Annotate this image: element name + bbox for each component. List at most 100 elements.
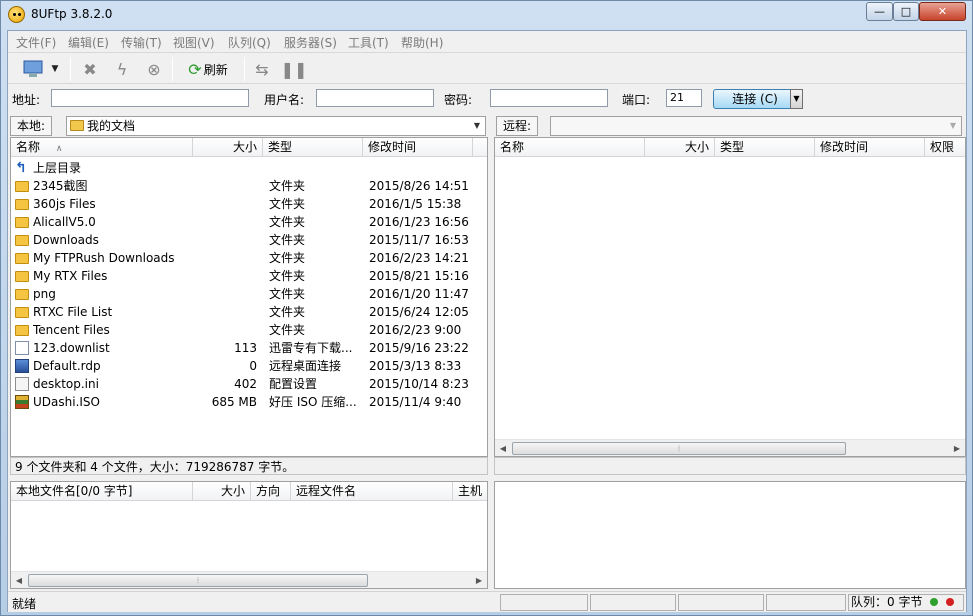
table-row[interactable]: 2345截图 文件夹 2015/8/26 14:51	[11, 177, 481, 195]
up-arrow-icon: ↰	[15, 160, 27, 176]
local-col-name[interactable]: 名称 ∧	[11, 138, 193, 157]
cell-type: 文件夹	[269, 269, 306, 283]
menu-help[interactable]: 帮助(H)	[401, 34, 443, 51]
cell-modified: 2015/9/16 23:22	[369, 341, 469, 355]
scroll-left-icon[interactable]: ◀	[496, 442, 510, 455]
queue-list-header: 本地文件名[0/0 字节] 大小 方向 远程文件名 主机	[11, 482, 487, 501]
folder-icon	[15, 325, 29, 336]
table-row[interactable]: Default.rdp 0 远程桌面连接 2015/3/13 8:33	[11, 357, 481, 375]
cell-name: Tencent Files	[33, 323, 110, 337]
cell-name: Default.rdp	[33, 359, 101, 373]
local-list-header: 名称 ∧ 大小 类型 修改时间	[11, 138, 487, 157]
local-col-modified[interactable]: 修改时间	[363, 138, 473, 157]
scroll-left-icon[interactable]: ◀	[12, 574, 26, 587]
site-manager-icon[interactable]	[20, 57, 46, 81]
status-text: 就绪	[12, 597, 37, 611]
disconnect-icon[interactable]: ✖	[78, 57, 102, 81]
remote-col-permissions[interactable]: 权限	[925, 138, 965, 157]
cell-type: 好压 ISO 压缩...	[269, 395, 357, 409]
cell-modified: 2016/2/23 9:00	[369, 323, 462, 337]
local-col-size[interactable]: 大小	[193, 138, 263, 157]
password-input[interactable]	[490, 89, 608, 107]
close-button[interactable]: ✕	[919, 2, 966, 21]
menu-server[interactable]: 服务器(S)	[284, 34, 337, 51]
cell-type: 文件夹	[269, 305, 306, 319]
queue-col-local-file[interactable]: 本地文件名[0/0 字节]	[11, 482, 193, 501]
cell-modified: 2016/1/5 15:38	[369, 197, 462, 211]
maximize-button[interactable]: □	[893, 2, 919, 21]
table-row[interactable]: RTXC File List 文件夹 2015/6/24 12:05	[11, 303, 481, 321]
site-manager-dropdown-icon[interactable]: ▼	[48, 57, 62, 81]
toolbar-separator	[70, 57, 71, 81]
remote-status	[494, 457, 966, 475]
queue-col-direction[interactable]: 方向	[251, 482, 291, 501]
parent-dir-label: 上层目录	[33, 161, 82, 175]
cell-type: 文件夹	[269, 179, 306, 193]
queue-col-size[interactable]: 大小	[193, 482, 251, 501]
queue-col-host[interactable]: 主机	[453, 482, 487, 501]
local-col-type[interactable]: 类型	[263, 138, 363, 157]
stop-icon[interactable]: ⊗	[142, 57, 166, 81]
table-row[interactable]: AlicallV5.0 文件夹 2016/1/23 16:56	[11, 213, 481, 231]
toolbar-separator	[244, 57, 245, 81]
table-row[interactable]: 360js Files 文件夹 2016/1/5 15:38	[11, 195, 481, 213]
folder-icon	[15, 307, 29, 318]
pause-icon[interactable]: ❚❚	[281, 57, 308, 81]
cell-size: 685 MB	[211, 395, 257, 409]
scroll-right-icon[interactable]: ▶	[950, 442, 964, 455]
table-row[interactable]: png 文件夹 2016/1/20 11:47	[11, 285, 481, 303]
scroll-thumb[interactable]: ⦙	[28, 574, 368, 587]
menu-transfer[interactable]: 传输(T)	[121, 34, 162, 51]
menu-queue[interactable]: 队列(Q)	[228, 34, 271, 51]
queue-horizontal-scrollbar[interactable]: ◀ ⦙ ▶	[11, 571, 487, 588]
table-row[interactable]: Tencent Files 文件夹 2016/2/23 9:00	[11, 321, 481, 339]
queue-col-remote-file[interactable]: 远程文件名	[291, 482, 453, 501]
refresh-label: 刷新	[203, 62, 228, 77]
address-input[interactable]	[51, 89, 249, 107]
table-row[interactable]: UDashi.ISO 685 MB 好压 ISO 压缩... 2015/11/4 9:…	[11, 393, 481, 411]
cell-size	[193, 285, 257, 303]
table-row[interactable]: My RTX Files 文件夹 2015/8/21 15:16	[11, 267, 481, 285]
cell-type: 文件夹	[269, 233, 306, 247]
connect-button[interactable]: 连接 (C)	[713, 89, 797, 109]
toolbar-separator	[172, 57, 173, 81]
table-row[interactable]: My FTPRush Downloads 文件夹 2016/2/23 14:21	[11, 249, 481, 267]
scroll-right-icon[interactable]: ▶	[472, 574, 486, 587]
queue-size-text: 队列：0 字节	[851, 595, 923, 609]
title-bar[interactable]: 8UFtp 3.8.2.0 — □ ✕	[1, 1, 972, 29]
connect-dropdown-icon[interactable]: ▼	[790, 89, 803, 109]
remote-col-name[interactable]: 名称	[495, 138, 645, 157]
remote-horizontal-scrollbar[interactable]: ◀ ⦙ ▶	[495, 439, 965, 456]
chevron-down-icon[interactable]: ▼	[469, 117, 485, 135]
menu-tools[interactable]: 工具(T)	[348, 34, 389, 51]
menu-view[interactable]: 视图(V)	[173, 34, 215, 51]
refresh-button[interactable]: ⟳ 刷新	[180, 57, 236, 81]
transfer-icon[interactable]: ⇆	[250, 57, 274, 81]
log-panel[interactable]	[494, 481, 966, 589]
menu-edit[interactable]: 编辑(E)	[68, 34, 109, 51]
remote-col-type[interactable]: 类型	[715, 138, 815, 157]
remote-path-bar: 远程: ▼	[494, 114, 966, 138]
chevron-down-icon[interactable]: ▼	[945, 117, 961, 135]
table-row[interactable]: desktop.ini 402 配置设置 2015/10/14 8:23	[11, 375, 481, 393]
username-input[interactable]	[316, 89, 434, 107]
cell-size: 113	[234, 341, 257, 355]
cell-name: UDashi.ISO	[33, 395, 100, 409]
remote-col-modified[interactable]: 修改时间	[815, 138, 925, 157]
parent-dir-row[interactable]: ↰ 上层目录	[11, 159, 481, 177]
lightning-icon[interactable]: ϟ	[110, 57, 134, 81]
status-section	[500, 594, 588, 611]
main-window: 8UFtp 3.8.2.0 — □ ✕ 文件(F) 编辑(E) 传输(T) 视图…	[0, 0, 973, 616]
remote-path-combo[interactable]: ▼	[550, 116, 962, 136]
table-row[interactable]: 123.downlist 113 迅雷专有下载... 2015/9/16 23:22	[11, 339, 481, 357]
local-file-list: 名称 ∧ 大小 类型 修改时间 ↰ 上层目录 2345截图 文件夹 2015/8/2…	[10, 137, 488, 457]
table-row[interactable]: Downloads 文件夹 2015/11/7 16:53	[11, 231, 481, 249]
local-path-text: 我的文档	[87, 119, 136, 133]
minimize-button[interactable]: —	[866, 2, 893, 21]
menu-file[interactable]: 文件(F)	[16, 34, 56, 51]
port-input[interactable]: 21	[666, 89, 702, 107]
ini-icon	[15, 377, 29, 391]
scroll-thumb[interactable]: ⦙	[512, 442, 846, 455]
local-path-combo[interactable]: 我的文档 ▼	[66, 116, 486, 136]
remote-col-size[interactable]: 大小	[645, 138, 715, 157]
